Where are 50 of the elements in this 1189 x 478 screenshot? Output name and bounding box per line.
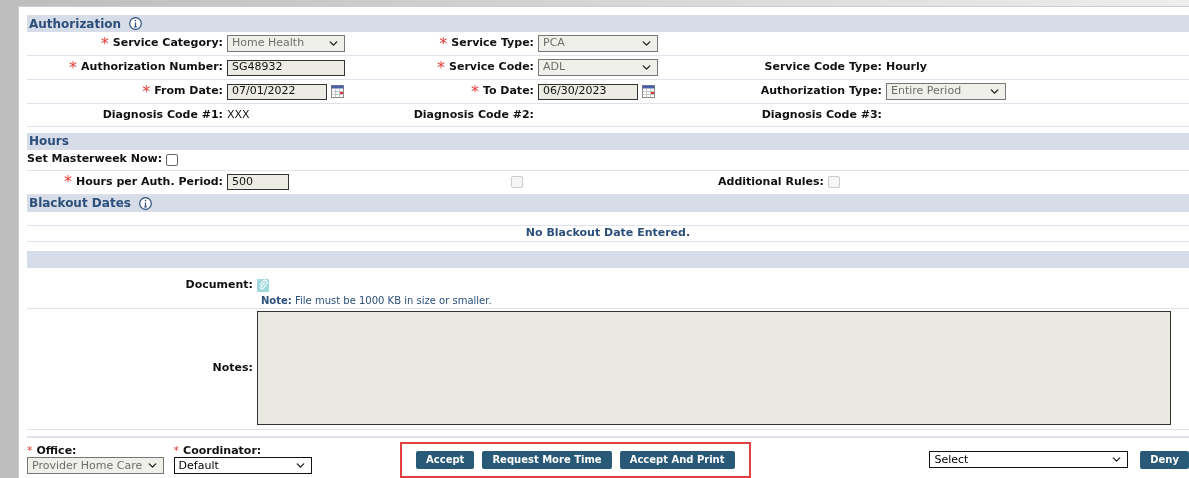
input-field[interactable]: 07/01/2022 xyxy=(227,83,327,100)
field-label: Service Category: xyxy=(112,35,223,52)
calendar-icon[interactable] xyxy=(642,85,655,98)
required-mark: * xyxy=(142,80,151,103)
required-mark: * xyxy=(100,32,109,55)
required-mark: * xyxy=(27,445,33,458)
section-title: Hours xyxy=(29,133,69,151)
checkbox[interactable] xyxy=(166,153,179,166)
section-title: Blackout Dates xyxy=(29,195,131,213)
field-label: Diagnosis Code #1: xyxy=(102,106,223,123)
field-label: Diagnosis Code #3: xyxy=(761,106,882,123)
info-icon[interactable] xyxy=(138,196,152,210)
field-label: To Date: xyxy=(482,83,534,100)
field-label: Authorization Type: xyxy=(760,83,882,100)
field-label: Hours per Auth. Period: xyxy=(76,173,223,190)
action-button[interactable]: Deny xyxy=(1140,451,1189,469)
field-label: Document: xyxy=(185,276,253,293)
field-value: XXX xyxy=(227,106,250,123)
input-field[interactable]: 06/30/2023 xyxy=(538,83,638,100)
field-value: Hourly xyxy=(886,59,927,76)
paperclip-icon[interactable] xyxy=(257,278,269,292)
action-button[interactable]: Accept xyxy=(416,451,475,469)
field-label: Set Masterweek Now: xyxy=(27,151,163,168)
calendar-icon[interactable] xyxy=(331,85,344,98)
note-text: Note: File must be 1000 KB in size or smaller. xyxy=(261,294,492,309)
input-field[interactable]: 500 xyxy=(227,174,289,191)
field-label: From Date: xyxy=(154,83,223,100)
info-icon[interactable] xyxy=(129,17,143,30)
dropdown[interactable]: Select xyxy=(929,451,1128,469)
action-button[interactable]: Accept And Print xyxy=(619,451,735,469)
required-mark: * xyxy=(470,80,479,103)
action-button[interactable]: Request More Time xyxy=(482,451,612,469)
required-mark: * xyxy=(173,445,180,458)
input-field[interactable]: SG48932 xyxy=(227,59,345,76)
required-mark: * xyxy=(64,171,72,194)
field-label: Coordinator: xyxy=(183,445,262,458)
field-label: Diagnosis Code #2: xyxy=(413,106,534,123)
dropdown[interactable]: Default xyxy=(173,457,312,475)
field-label: Authorization Number: xyxy=(81,59,223,76)
section-title: Authorization xyxy=(29,15,122,33)
field-label: Notes: xyxy=(212,360,253,377)
required-mark: * xyxy=(439,32,448,55)
required-mark: * xyxy=(437,56,446,79)
field-label: Additional Rules: xyxy=(718,173,824,190)
field-label: Service Type: xyxy=(451,35,534,52)
field-label: Office: xyxy=(36,445,77,458)
required-mark: * xyxy=(69,56,78,79)
field-label: Service Code Type: xyxy=(764,59,882,76)
field-label: Service Code: xyxy=(449,59,534,76)
empty-message: No Blackout Date Entered. xyxy=(525,225,691,242)
